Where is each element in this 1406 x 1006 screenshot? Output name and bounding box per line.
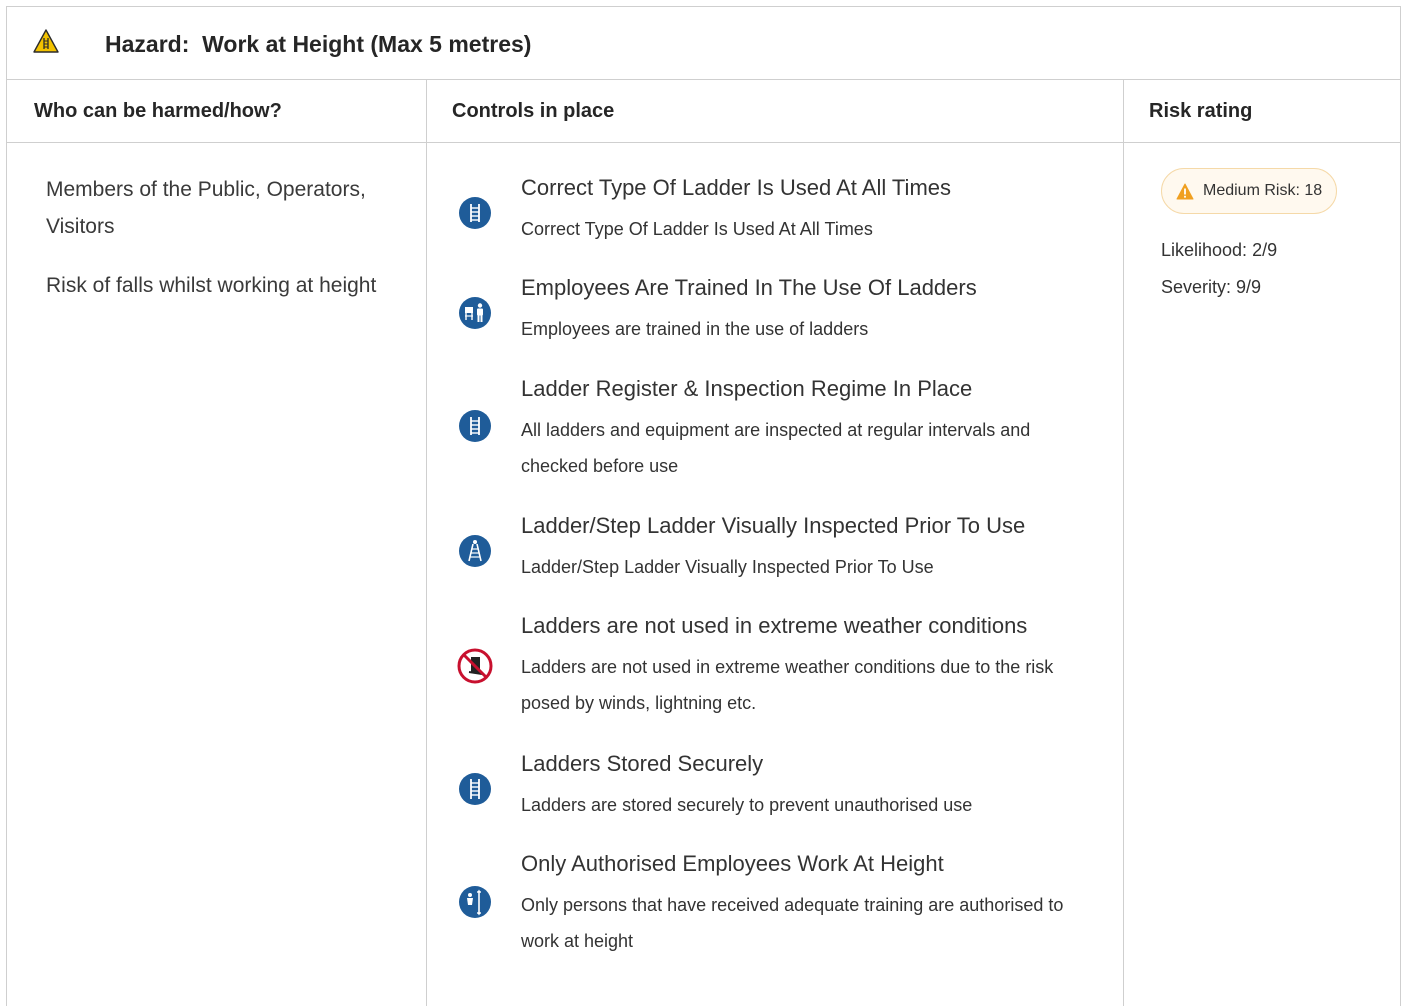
control-title: Ladders Stored Securely [521,751,764,776]
column-header-controls: Controls in place [452,100,615,122]
control-title: Employees Are Trained In The Use Of Ladd… [521,275,977,300]
harm-description: Risk of falls whilst working at height [46,274,377,297]
control-title: Ladder Register & Inspection Regime In P… [521,376,973,401]
control-title: Ladder/Step Ladder Visually Inspected Pr… [521,513,1026,538]
no-ladder-prohibition-icon [457,648,493,684]
ladder-icon [459,773,491,805]
harmed-people: Members of the Public, Operators, Visito… [46,178,366,238]
hazard-card: Hazard: Work at Height (Max 5 metres) Wh… [6,6,1401,1006]
control-description: Ladders are stored securely to prevent u… [521,795,973,815]
control-description: Employees are trained in the use of ladd… [521,319,869,339]
control-description: Only persons that have received adequate… [521,895,1064,951]
control-description: Ladders are not used in extreme weather … [521,657,1054,713]
work-at-height-icon [459,886,491,918]
ladder-icon [459,197,491,229]
warning-icon [1176,183,1194,199]
ladder-icon [459,410,491,442]
risk-badge-label: Medium Risk: 18 [1203,182,1323,199]
control-title: Ladders are not used in extreme weather … [521,613,1028,638]
column-header-who: Who can be harmed/how? [34,100,282,122]
step-ladder-icon [459,535,491,567]
ladder-warning-icon [33,29,59,53]
column-divider [1123,80,1124,1006]
risk-badge: Medium Risk: 18 [1161,168,1338,214]
training-icon [459,297,491,329]
hazard-header: Hazard: Work at Height (Max 5 metres) [7,7,1400,80]
severity-value: Severity: 9/9 [1161,277,1262,297]
hazard-title: Hazard: Work at Height (Max 5 metres) [105,31,532,57]
column-divider [426,80,427,1006]
control-title: Correct Type Of Ladder Is Used At All Ti… [521,175,951,200]
control-description: All ladders and equipment are inspected … [521,420,1031,476]
control-description: Ladder/Step Ladder Visually Inspected Pr… [521,557,934,577]
control-description: Correct Type Of Ladder Is Used At All Ti… [521,219,873,239]
likelihood-value: Likelihood: 2/9 [1161,240,1278,260]
column-header-row: Who can be harmed/how? Controls in place… [7,80,1400,143]
column-header-risk: Risk rating [1149,100,1253,122]
control-title: Only Authorised Employees Work At Height [521,851,944,876]
